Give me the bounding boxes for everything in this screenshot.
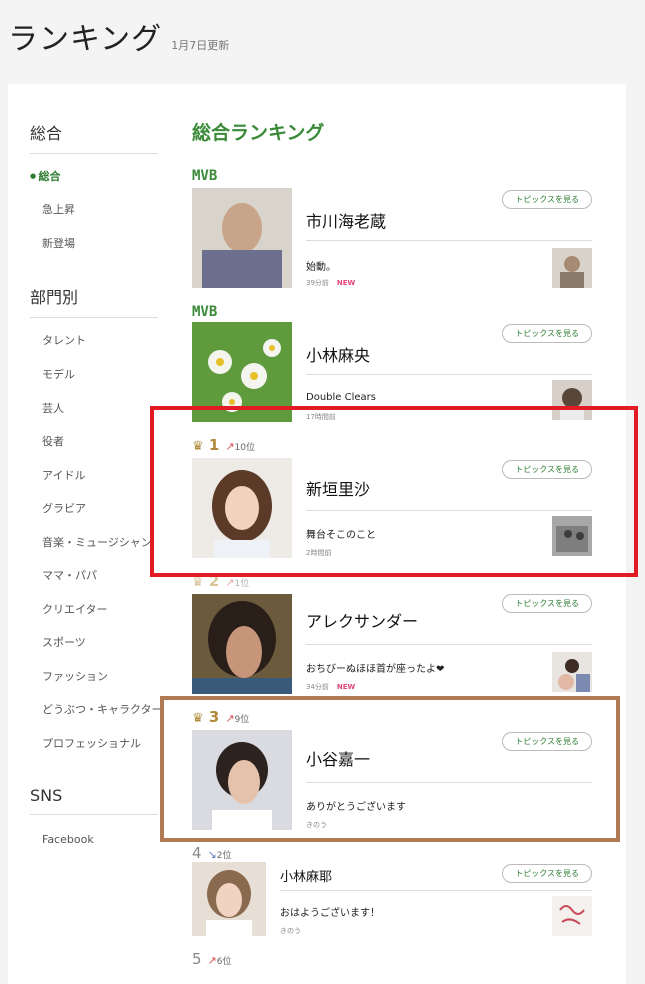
sidebar-item-animal-character[interactable]: どうぶつ・キャラクター [42, 701, 163, 717]
sidebar-item-talent[interactable]: タレント [42, 332, 86, 348]
sidebar-section-sns: SNS [30, 786, 158, 815]
post-time-label: 34分前 [306, 683, 329, 691]
post-time: 34分前 NEW [306, 682, 355, 692]
sidebar-section-category: 部門別 [30, 284, 158, 318]
entry-name[interactable]: 小林麻央 [306, 342, 370, 366]
rank-move: ↗1位 [225, 576, 250, 589]
crown-icon: ♛ [192, 575, 204, 590]
rank-line: 5 ↗6位 [192, 950, 232, 968]
profile-photo[interactable] [192, 862, 266, 936]
rank-move: ↗6位 [207, 954, 232, 967]
profile-photo[interactable] [192, 594, 292, 694]
view-topics-button[interactable]: トピックスを見る [502, 864, 592, 883]
sidebar-item-gravure[interactable]: グラビア [42, 500, 86, 516]
entry-name[interactable]: アレクサンダー [306, 608, 418, 632]
page-title: ランキング [8, 22, 163, 57]
highlight-box-red [150, 406, 638, 577]
arrow-up-icon: ↗ [225, 576, 235, 589]
sidebar-item-facebook[interactable]: Facebook [42, 833, 94, 846]
arrow-up-icon: ↗ [207, 954, 217, 967]
sidebar-item-fashion[interactable]: ファッション [42, 668, 108, 684]
mvb-badge: MVB [192, 168, 218, 184]
sidebar-item-parents[interactable]: ママ・パパ [42, 567, 97, 583]
view-topics-button[interactable]: トピックスを見る [502, 324, 592, 343]
page-header: ランキング 1月7日更新 [8, 14, 229, 58]
sidebar-section-overall: 総合 [30, 120, 158, 154]
post-time: 39分前 NEW [306, 278, 355, 288]
view-topics-button[interactable]: トピックスを見る [502, 594, 592, 613]
sidebar-item-comedian[interactable]: 芸人 [42, 400, 64, 416]
rank-move-label: 6位 [216, 957, 232, 967]
post-title[interactable]: おちびーぬほほ首が座ったよ❤ [306, 660, 444, 675]
new-badge: NEW [336, 683, 356, 691]
sidebar-item-professional[interactable]: プロフェッショナル [42, 735, 141, 751]
post-thumbnail[interactable] [552, 652, 592, 692]
sidebar-item-model[interactable]: モデル [42, 366, 75, 382]
sidebar-item-actor[interactable]: 役者 [42, 433, 64, 449]
highlight-box-brown [160, 696, 620, 842]
entry-divider [306, 374, 592, 375]
sidebar-item-sports[interactable]: スポーツ [42, 634, 86, 650]
post-time: きのう [280, 927, 301, 935]
new-badge: NEW [336, 279, 356, 287]
sidebar-item-rising[interactable]: 急上昇 [42, 201, 75, 217]
sidebar-item-idol[interactable]: アイドル [42, 467, 85, 483]
post-time-label: 39分前 [306, 279, 329, 287]
view-topics-button[interactable]: トピックスを見る [502, 190, 592, 209]
entry-divider [280, 890, 592, 891]
sidebar-item-new-entry[interactable]: 新登場 [42, 235, 75, 251]
rank-move-label: 1位 [234, 579, 250, 589]
ranking-title: 総合ランキング [192, 122, 325, 144]
post-thumbnail[interactable] [552, 896, 592, 936]
rank-move-label: 2位 [216, 851, 232, 861]
entry-divider [306, 644, 592, 645]
post-thumbnail[interactable] [552, 248, 592, 288]
sidebar-item-overall[interactable]: 総合 [30, 168, 61, 184]
entry-divider [306, 240, 592, 241]
rank-line: 4 ↘2位 [192, 844, 232, 862]
entry-name[interactable]: 小林麻耶 [280, 866, 332, 885]
arrow-down-icon: ↘ [207, 848, 217, 861]
updated-date: 1月7日更新 [171, 39, 230, 52]
sidebar-item-creator[interactable]: クリエイター [42, 601, 108, 617]
profile-photo[interactable] [192, 188, 292, 288]
rank-move: ↘2位 [207, 848, 232, 861]
entry-name[interactable]: 市川海老蔵 [306, 208, 386, 232]
post-title[interactable]: Double Clears [306, 392, 376, 403]
sidebar-item-music[interactable]: 音楽・ミュージシャン [42, 534, 152, 550]
rank-number: 4 [192, 844, 202, 862]
post-title[interactable]: おはようございます！ [280, 904, 380, 919]
rank-number: 5 [192, 950, 202, 968]
post-title[interactable]: 始動。 [306, 258, 336, 273]
mvb-badge: MVB [192, 304, 218, 320]
